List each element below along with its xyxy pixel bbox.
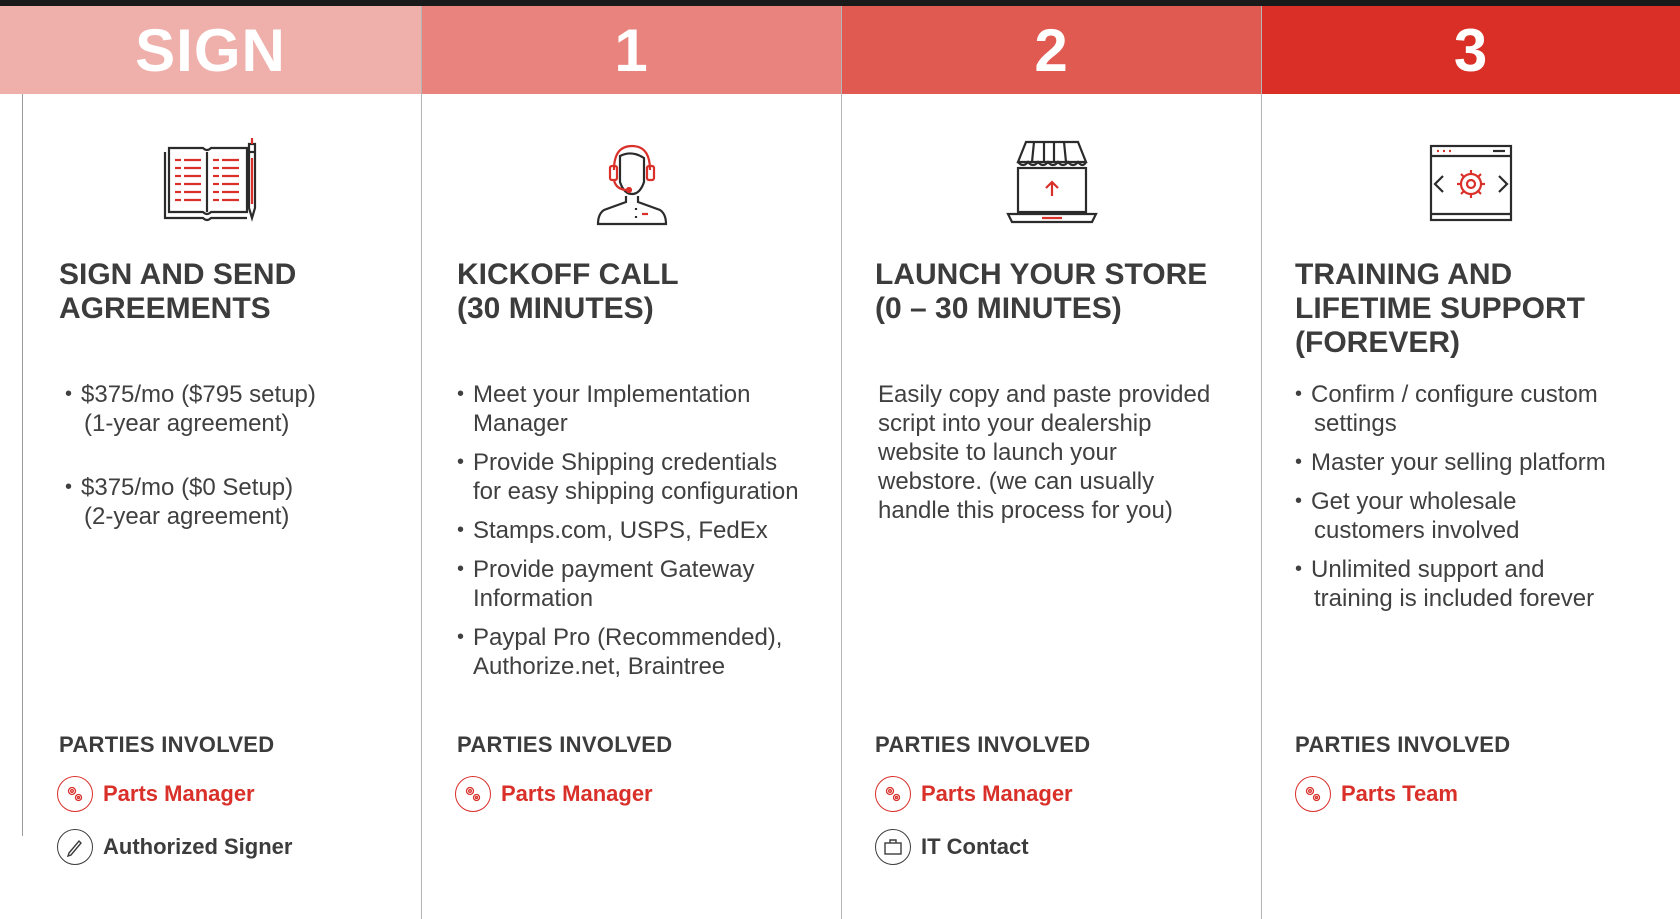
list-item: • Paypal Pro (Recommended), Authorize.net,… <box>457 624 783 680</box>
gears-icon <box>875 776 911 812</box>
step-header-1: 1 <box>422 6 841 94</box>
step-header-2: 2 <box>842 6 1261 94</box>
step-column-1: 1 KICKOFF CALL (30 MINUTES) • Meet your I… <box>421 6 841 919</box>
party-parts-manager: Parts Manager <box>875 776 1073 812</box>
step-description: Easily copy and paste provided script in… <box>878 381 1211 524</box>
step-column-sign: SIGN SIGN AND SEND AGREEMENTS • $375/mo … <box>0 6 421 919</box>
parties-involved-label: PARTIES INVOLVED <box>59 732 275 757</box>
step-title: LAUNCH YOUR STORE (0 – 30 MINUTES) <box>875 258 1208 325</box>
step-title: TRAINING AND LIFETIME SUPPORT (FOREVER) <box>1295 258 1586 359</box>
list-item: • $375/mo ($0 Setup) (2-year agreement) <box>65 474 294 530</box>
party-name: IT Contact <box>921 834 1029 859</box>
step-header-label: 1 <box>614 16 649 84</box>
gears-icon <box>455 776 491 812</box>
list-item: • Meet your Implementation Manager <box>457 381 751 437</box>
party-parts-manager: Parts Manager <box>455 776 653 812</box>
step-header-label: 2 <box>1034 16 1069 84</box>
laptop-storefront-icon <box>842 134 1261 230</box>
parties-involved-label: PARTIES INVOLVED <box>1295 732 1511 757</box>
list-item: • Provide payment Gateway Information <box>457 556 755 612</box>
bullet-list: • Confirm / configure custom settings • Mas… <box>1295 380 1606 623</box>
party-name: Parts Manager <box>103 781 255 806</box>
party-name: Parts Manager <box>921 781 1073 806</box>
party-it-contact: IT Contact <box>875 829 1029 865</box>
parties-involved-label: PARTIES INVOLVED <box>875 732 1091 757</box>
list-item: • Master your selling platform <box>1295 449 1606 476</box>
browser-gear-code-icon <box>1262 134 1680 230</box>
parties-involved-label: PARTIES INVOLVED <box>457 732 673 757</box>
list-item: • Confirm / configure custom settings <box>1295 381 1598 437</box>
list-item: • Get your wholesale customers involved <box>1295 488 1520 544</box>
pen-icon <box>57 829 93 865</box>
party-name: Parts Manager <box>501 781 653 806</box>
step-title: KICKOFF CALL (30 MINUTES) <box>457 258 679 325</box>
step-header-label: 3 <box>1453 16 1489 84</box>
bullet-list: • Meet your Implementation Manager • Provid… <box>457 380 799 691</box>
step-header-label: SIGN <box>135 16 286 84</box>
step-column-3: 3 TRAINING AND LIFETIME SUPPORT (FOREVER… <box>1261 6 1680 919</box>
gears-icon <box>57 776 93 812</box>
list-item: • Unlimited support and training is includ… <box>1295 556 1595 612</box>
step-title: SIGN AND SEND AGREEMENTS <box>59 258 297 325</box>
headset-agent-icon <box>422 134 841 230</box>
briefcase-icon <box>875 829 911 865</box>
step-column-2: 2 LAUNCH YOUR STORE (0 – 30 MINUTES) Eas… <box>841 6 1261 919</box>
list-item: • $375/mo ($795 setup) (1-year agreement) <box>65 381 316 437</box>
party-authorized-signer: Authorized Signer <box>57 829 292 865</box>
list-item: • Stamps.com, USPS, FedEx <box>457 517 768 544</box>
list-item: • Provide Shipping credentials for easy sh… <box>457 449 799 505</box>
open-book-pencil-icon <box>0 134 421 230</box>
step-header-sign: SIGN <box>0 6 421 94</box>
step-header-3: 3 <box>1262 6 1680 94</box>
party-parts-manager: Parts Manager <box>57 776 255 812</box>
bullet-list: • $375/mo ($795 setup) (1-year agreement)… <box>65 380 316 566</box>
party-name: Parts Team <box>1341 781 1458 806</box>
party-parts-team: Parts Team <box>1295 776 1458 812</box>
gears-icon <box>1295 776 1331 812</box>
party-name: Authorized Signer <box>103 834 293 859</box>
